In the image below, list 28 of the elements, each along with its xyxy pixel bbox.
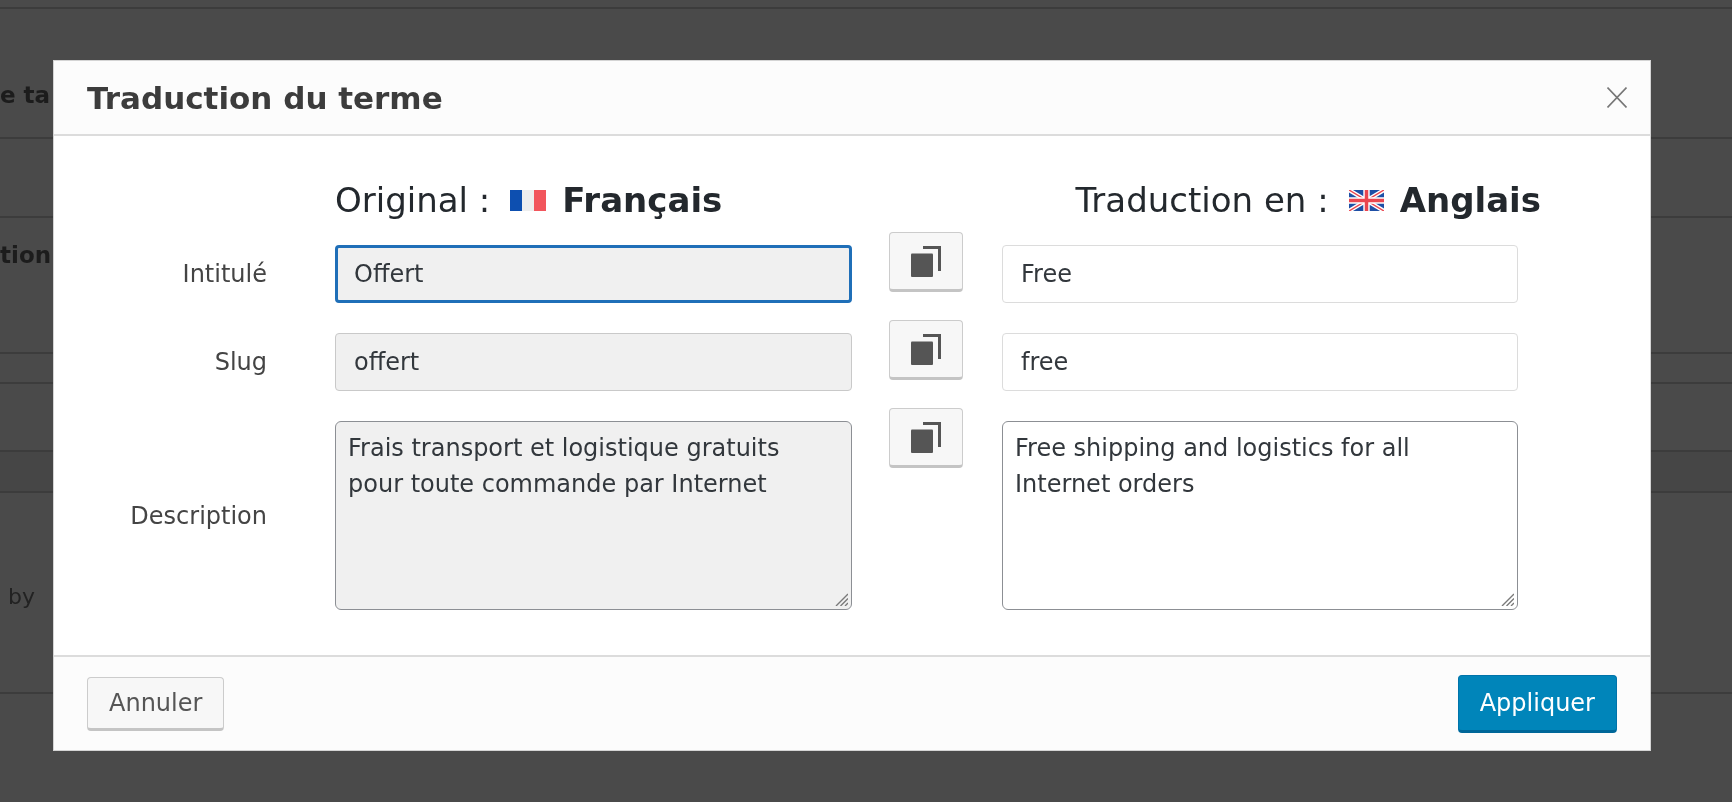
resize-grip-icon[interactable] — [1500, 592, 1514, 606]
dialog-title: Traduction du terme — [87, 79, 443, 116]
textarea-field[interactable]: Free shipping and logistics for all Internet orders — [1002, 421, 1518, 610]
copy-icon — [911, 421, 941, 453]
text-input[interactable]: Free — [1002, 245, 1518, 303]
copy-icon — [911, 333, 941, 365]
copy-button[interactable] — [889, 320, 963, 380]
cancel-button[interactable]: Annuler — [87, 676, 225, 731]
heading-label: Traduction en : — [1075, 180, 1329, 220]
copy-button[interactable] — [889, 408, 963, 468]
text-input[interactable]: Offert — [335, 245, 852, 303]
field-label: Intitulé — [182, 260, 267, 288]
british-flag-icon — [1348, 189, 1384, 211]
copy-button[interactable] — [889, 232, 963, 292]
close-button[interactable] — [1607, 87, 1627, 108]
french-flag-icon — [510, 189, 547, 211]
language-name: Français — [562, 180, 723, 220]
field-label: Slug — [214, 348, 267, 376]
textarea-field[interactable]: Frais transport et logistique gratuits pour toute commande par Internet — [335, 421, 852, 610]
close-icon — [1607, 87, 1627, 108]
text-input[interactable]: free — [1002, 333, 1518, 391]
heading-label: Original : — [335, 180, 491, 220]
resize-grip-icon[interactable] — [834, 592, 848, 606]
text-input[interactable]: offert — [335, 333, 852, 391]
field-label: Description — [130, 501, 267, 530]
language-name: Anglais — [1399, 180, 1541, 220]
copy-icon — [911, 245, 941, 277]
apply-button[interactable]: Appliquer — [1457, 674, 1617, 733]
